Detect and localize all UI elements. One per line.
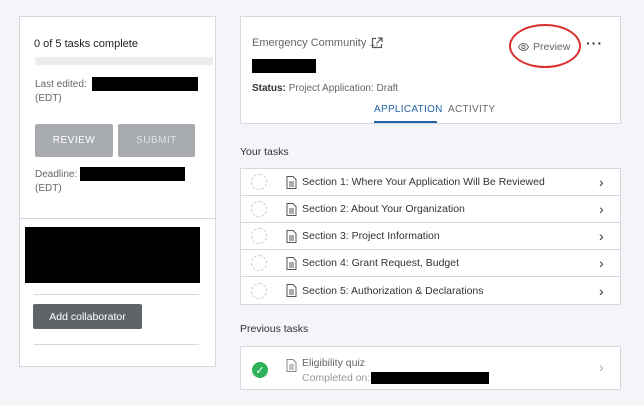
application-summary-card: 0 of 5 tasks complete Last edited: (EDT)… [19,16,216,367]
chevron-right-icon: › [599,359,604,375]
redacted-collaborators [25,227,200,283]
task-label: Section 5: Authorization & Declarations [302,284,484,297]
task-row-section-4[interactable]: Section 4: Grant Request, Budget › [241,250,620,277]
status-line: Status: Project Application: Draft [252,83,398,94]
application-header-card: Emergency Community ... Preview ··· Stat… [240,16,621,124]
task-list: Section 1: Where Your Application Will B… [240,168,621,305]
divider [34,344,199,345]
previous-task-completed: Completed on: [302,372,371,384]
chevron-right-icon: › [599,228,604,244]
redacted-last-edited [92,77,198,91]
incomplete-status-icon [251,174,267,190]
tab-activity[interactable]: ACTIVITY [448,104,495,115]
preview-button[interactable]: Preview [518,41,570,53]
external-link-icon[interactable] [371,37,383,49]
task-label: Section 3: Project Information [302,230,440,242]
incomplete-status-icon [251,282,267,299]
task-row-section-3[interactable]: Section 3: Project Information › [241,223,620,250]
document-icon [286,202,297,216]
chevron-right-icon: › [599,201,604,217]
document-icon [286,284,297,297]
task-row-section-2[interactable]: Section 2: About Your Organization › [241,196,620,223]
check-circle-icon: ✓ [252,362,268,378]
task-label: Section 2: About Your Organization [302,203,465,215]
task-label: Section 1: Where Your Application Will B… [302,176,545,188]
chevron-right-icon: › [599,282,604,299]
review-button[interactable]: REVIEW [35,124,113,157]
status-label: Status: [252,83,286,94]
divider [34,294,199,295]
document-icon [286,359,297,372]
tab-application[interactable]: APPLICATION [374,104,443,115]
document-icon [286,175,297,189]
last-edited-tz: (EDT) [35,93,62,104]
status-value: Project Application: Draft [288,83,399,94]
more-options-button[interactable]: ··· [586,35,603,51]
program-name[interactable]: Emergency Community ... [252,37,379,49]
progress-text: 0 of 5 tasks complete [34,38,138,50]
redacted-deadline [80,167,185,181]
task-label: Section 4: Grant Request, Budget [302,257,460,269]
divider [20,218,215,219]
previous-task-row-eligibility-quiz[interactable]: ✓ Eligibility quiz Completed on: › [240,346,621,390]
submit-button[interactable]: SUBMIT [118,124,195,157]
chevron-right-icon: › [599,255,604,271]
your-tasks-heading: Your tasks [240,146,289,158]
preview-label: Preview [533,41,571,53]
add-collaborator-button[interactable]: Add collaborator [33,304,142,329]
deadline-label: Deadline: [35,169,78,180]
document-icon [286,229,297,243]
progress-bar [35,57,213,65]
redacted-project-name [252,59,316,73]
active-tab-indicator [374,121,437,123]
chevron-right-icon: › [599,174,604,190]
redacted-completed-date [371,372,489,384]
last-edited-label: Last edited: [35,79,87,90]
incomplete-status-icon [251,228,267,244]
previous-tasks-heading: Previous tasks [240,323,309,335]
previous-task-title: Eligibility quiz [302,357,366,369]
incomplete-status-icon [251,201,267,217]
document-icon [286,256,297,270]
incomplete-status-icon [251,255,267,271]
deadline-tz: (EDT) [35,183,62,194]
task-row-section-5[interactable]: Section 5: Authorization & Declarations … [241,277,620,304]
task-row-section-1[interactable]: Section 1: Where Your Application Will B… [241,169,620,196]
eye-icon [518,43,529,51]
